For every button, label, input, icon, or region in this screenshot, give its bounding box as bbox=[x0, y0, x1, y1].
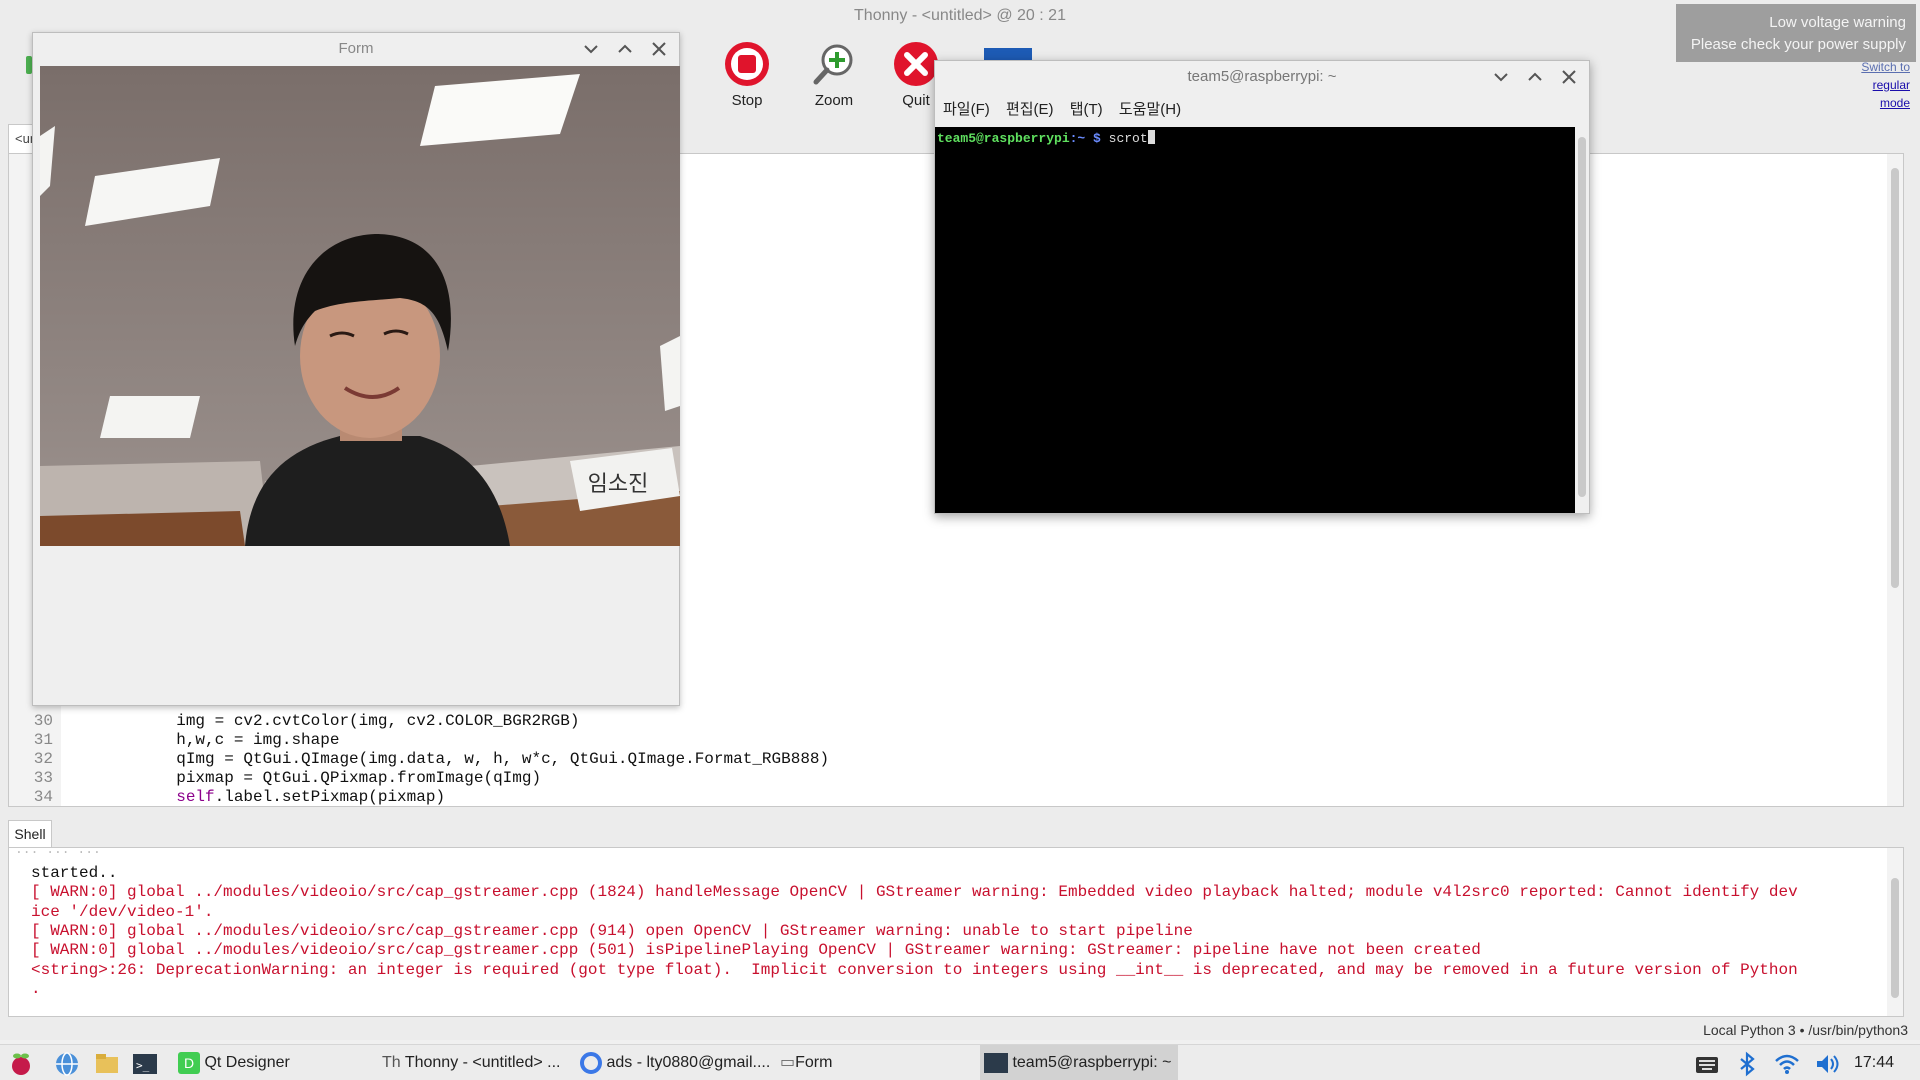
wifi-icon[interactable] bbox=[1774, 1051, 1800, 1077]
minimize-icon[interactable] bbox=[579, 37, 603, 61]
terminal-launcher-icon[interactable]: >_ bbox=[132, 1051, 158, 1077]
terminal-output[interactable]: team5@raspberrypi:~ $ scrot bbox=[935, 127, 1577, 513]
shell-scrollbar[interactable] bbox=[1887, 848, 1903, 1016]
terminal-window[interactable]: team5@raspberrypi: ~ 파일(F) 편집(E) 탭(T) 도움… bbox=[934, 60, 1590, 514]
shell-line: started.. bbox=[31, 864, 118, 882]
code-text: qImg = QtGui.QImage(img.data, w, h, w*c,… bbox=[61, 750, 830, 768]
file-manager-icon[interactable] bbox=[94, 1051, 120, 1077]
task-thonny[interactable]: Th Thonny - <untitled> ... bbox=[382, 1045, 560, 1080]
shell-line: [ WARN:0] global ../modules/videoio/src/… bbox=[31, 883, 1798, 902]
code-text: h,w,c = img.shape bbox=[61, 731, 340, 749]
terminal-task-icon bbox=[984, 1052, 1008, 1073]
window-title: Thonny - <untitled> @ 20 : 21 bbox=[854, 7, 1066, 24]
code-text: pixmap = QtGui.QPixmap.fromImage(qImg) bbox=[61, 769, 542, 787]
thonny-icon: Th bbox=[382, 1054, 401, 1071]
zoom-button[interactable]: Zoom bbox=[799, 40, 869, 109]
menu-tabs[interactable]: 탭(T) bbox=[1070, 97, 1103, 123]
raspberry-menu-icon[interactable] bbox=[8, 1051, 34, 1077]
task-qt-designer[interactable]: D Qt Designer bbox=[178, 1045, 290, 1080]
close-icon[interactable] bbox=[1557, 65, 1581, 89]
zoom-icon bbox=[813, 44, 853, 85]
code-line: 33 pixmap = QtGui.QPixmap.fromImage(qImg… bbox=[9, 769, 1879, 788]
form-window-controls bbox=[573, 37, 671, 61]
window-icon: ▭ bbox=[780, 1054, 796, 1071]
code-keyword: self bbox=[176, 788, 215, 806]
menu-edit[interactable]: 편집(E) bbox=[1006, 97, 1054, 123]
stop-label: Stop bbox=[731, 92, 763, 109]
prompt-path: :~ $ bbox=[1069, 131, 1101, 146]
code-line: 31 h,w,c = img.shape bbox=[9, 731, 1879, 750]
line-number: 32 bbox=[33, 750, 53, 768]
clock[interactable]: 17:44 bbox=[1854, 1045, 1894, 1080]
task-label: Qt Designer bbox=[204, 1054, 290, 1071]
chromium-icon bbox=[580, 1051, 602, 1074]
browser-icon[interactable] bbox=[54, 1051, 80, 1077]
shell-line: ice '/dev/video-1'. bbox=[31, 902, 214, 921]
terminal-command: scrot bbox=[1108, 131, 1148, 146]
editor-scrollbar[interactable] bbox=[1887, 154, 1903, 806]
code-line: 34 self.label.setPixmap(pixmap) bbox=[9, 788, 1879, 807]
task-label: Thonny - <untitled> ... bbox=[404, 1054, 561, 1071]
warning-line-1: Low voltage warning bbox=[1769, 14, 1906, 31]
close-icon[interactable] bbox=[647, 37, 671, 61]
qt-designer-icon: D bbox=[178, 1051, 200, 1074]
camera-image: 임소진 bbox=[40, 66, 680, 546]
menu-file[interactable]: 파일(F) bbox=[943, 97, 990, 123]
form-window[interactable]: Form 임소진 bbox=[32, 32, 680, 706]
volume-icon[interactable] bbox=[1814, 1051, 1840, 1077]
menu-help[interactable]: 도움말(H) bbox=[1119, 97, 1181, 123]
shell-panel[interactable]: ... ... ... started..[ WARN:0] global ..… bbox=[8, 842, 1904, 1017]
warning-line-2: Please check your power supply bbox=[1690, 36, 1906, 53]
task-label: ads - lty0880@gmail.... bbox=[606, 1054, 771, 1071]
shell-line: . bbox=[31, 979, 41, 998]
interpreter-status[interactable]: Local Python 3 • /usr/bin/python3 bbox=[1703, 1022, 1908, 1038]
shell-line: <string>:26: DeprecationWarning: an inte… bbox=[31, 960, 1798, 979]
line-number: 31 bbox=[33, 731, 53, 749]
code-text: img = cv2.cvtColor(img, cv2.COLOR_BGR2RG… bbox=[61, 712, 580, 730]
maximize-icon[interactable] bbox=[1523, 65, 1547, 89]
task-form[interactable]: ▭Form bbox=[780, 1045, 832, 1080]
code-line: 30 img = cv2.cvtColor(img, cv2.COLOR_BGR… bbox=[9, 712, 1879, 731]
task-label: Form bbox=[795, 1054, 833, 1071]
code-line: 32 qImg = QtGui.QImage(img.data, w, h, w… bbox=[9, 750, 1879, 769]
name-sign-text: 임소진 bbox=[588, 472, 649, 497]
low-voltage-notification[interactable]: Low voltage warning Please check your po… bbox=[1676, 4, 1916, 62]
line-number: 33 bbox=[33, 769, 53, 787]
svg-text:>_: >_ bbox=[136, 1059, 150, 1072]
minimize-icon[interactable] bbox=[1489, 65, 1513, 89]
line-number: 30 bbox=[33, 712, 53, 730]
shell-prompt-fragment: ... ... ... bbox=[15, 842, 101, 857]
zoom-label: Zoom bbox=[814, 92, 854, 109]
prompt-user: team5@raspberrypi bbox=[937, 131, 1070, 146]
shell-scroll-thumb[interactable] bbox=[1891, 878, 1899, 998]
mode-link[interactable]: mode bbox=[1861, 94, 1910, 112]
taskbar: >_ D Qt Designer Th Thonny - <untitled> … bbox=[0, 1044, 1920, 1080]
code-text-rest: .label.setPixmap(pixmap) bbox=[214, 788, 446, 806]
mode-switch-links[interactable]: Switch to regular mode bbox=[1861, 58, 1910, 112]
stop-icon bbox=[725, 42, 769, 86]
maximize-icon[interactable] bbox=[613, 37, 637, 61]
camera-feed: 임소진 bbox=[40, 66, 680, 546]
terminal-window-controls bbox=[1483, 65, 1581, 89]
task-browser[interactable]: ads - lty0880@gmail.... bbox=[580, 1045, 770, 1080]
terminal-scrollbar[interactable] bbox=[1575, 127, 1589, 513]
code-text: self.label.setPixmap(pixmap) bbox=[61, 788, 445, 806]
stop-button[interactable]: Stop bbox=[712, 40, 782, 109]
keyboard-icon[interactable] bbox=[1694, 1051, 1720, 1077]
quit-label: Quit bbox=[902, 92, 930, 109]
shell-line: [ WARN:0] global ../modules/videoio/src/… bbox=[31, 941, 1481, 960]
task-terminal[interactable]: team5@raspberrypi: ~ bbox=[980, 1045, 1178, 1080]
switch-to-link[interactable]: Switch to bbox=[1861, 58, 1910, 76]
terminal-menubar: 파일(F) 편집(E) 탭(T) 도움말(H) bbox=[935, 97, 1589, 123]
terminal-scroll-thumb[interactable] bbox=[1578, 137, 1586, 497]
text-cursor bbox=[1147, 130, 1155, 144]
bluetooth-icon[interactable] bbox=[1734, 1051, 1760, 1077]
editor-scroll-thumb[interactable] bbox=[1891, 168, 1899, 588]
quit-icon bbox=[894, 42, 938, 86]
task-label: team5@raspberrypi: ~ bbox=[1012, 1054, 1172, 1071]
shell-line: [ WARN:0] global ../modules/videoio/src/… bbox=[31, 921, 1193, 940]
regular-link[interactable]: regular bbox=[1861, 76, 1910, 94]
line-number: 34 bbox=[33, 788, 53, 806]
